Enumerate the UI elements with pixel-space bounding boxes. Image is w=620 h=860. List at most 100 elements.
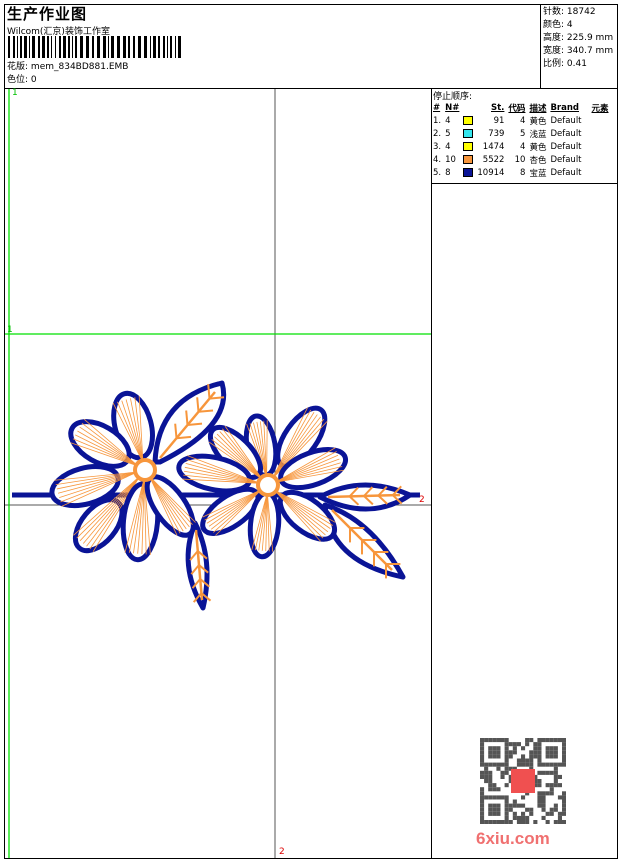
qr-module — [529, 762, 534, 767]
qr-module — [480, 811, 485, 816]
leaf-vein — [176, 435, 192, 440]
qr-module — [500, 770, 505, 775]
qr-module — [525, 758, 530, 763]
qr-module — [549, 770, 554, 775]
qr-module — [562, 758, 566, 763]
qr-module — [480, 770, 485, 775]
flower-center — [133, 458, 157, 482]
qr-module — [537, 779, 542, 784]
qr-module — [521, 762, 526, 767]
flower-center — [256, 473, 280, 497]
qr-module — [529, 811, 534, 816]
qr-module — [541, 762, 546, 767]
qr-code — [480, 738, 566, 824]
qr-module — [545, 762, 550, 767]
qr-module — [562, 750, 566, 755]
qr-module — [525, 807, 530, 812]
qr-module — [553, 820, 558, 824]
qr-module — [553, 783, 558, 788]
qr-module — [488, 779, 493, 784]
qr-module — [508, 742, 513, 747]
qr-module — [529, 807, 534, 812]
qr-module — [504, 795, 509, 800]
qr-module — [480, 815, 485, 820]
qr-module — [488, 811, 493, 816]
qr-module — [541, 738, 546, 743]
qr-module — [492, 811, 497, 816]
qr-module — [484, 766, 489, 771]
qr-module — [500, 774, 505, 779]
qr-module — [562, 746, 566, 751]
qr-module — [504, 738, 509, 743]
qr-module — [541, 795, 546, 800]
marker-1-left: 1 — [7, 325, 13, 335]
qr-module — [553, 774, 558, 779]
qr-module — [537, 791, 542, 796]
qr-module — [521, 746, 526, 751]
qr-module — [533, 754, 538, 759]
qr-module — [529, 754, 534, 759]
qr-module — [545, 783, 550, 788]
qr-module — [508, 803, 513, 808]
qr-module — [488, 774, 493, 779]
qr-module — [492, 762, 497, 767]
qr-module — [533, 820, 538, 824]
qr-module — [500, 795, 505, 800]
leaf-vein — [174, 423, 178, 439]
qr-module — [504, 762, 509, 767]
qr-module — [545, 738, 550, 743]
qr-module — [508, 750, 513, 755]
qr-module — [500, 738, 505, 743]
qr-module — [537, 758, 542, 763]
qr-module — [521, 815, 526, 820]
qr-module — [504, 815, 509, 820]
qr-module — [521, 754, 526, 759]
qr-module — [484, 779, 489, 784]
qr-module — [553, 803, 558, 808]
qr-module — [562, 803, 566, 808]
qr-module — [553, 770, 558, 775]
qr-module — [496, 811, 501, 816]
qr-module — [484, 738, 489, 743]
qr-module — [484, 762, 489, 767]
qr-module — [480, 820, 485, 824]
qr-module — [562, 791, 566, 796]
qr-module — [500, 762, 505, 767]
qr-module — [545, 750, 550, 755]
qr-module — [529, 758, 534, 763]
qr-module — [516, 758, 521, 763]
qr-module — [492, 783, 497, 788]
qr-module — [541, 791, 546, 796]
qr-module — [496, 750, 501, 755]
qr-module — [480, 799, 485, 804]
qr-module — [521, 820, 526, 824]
qr-module — [549, 807, 554, 812]
qr-module — [512, 750, 517, 755]
qr-module — [480, 746, 485, 751]
qr-module — [545, 770, 550, 775]
qr-module — [508, 807, 513, 812]
qr-module — [516, 762, 521, 767]
qr-module — [488, 783, 493, 788]
qr-module — [480, 750, 485, 755]
qr-module — [480, 791, 485, 796]
qr-module — [496, 820, 501, 824]
qr-module — [504, 750, 509, 755]
qr-module — [492, 738, 497, 743]
qr-module — [504, 799, 509, 804]
qr-module — [557, 795, 562, 800]
qr-module — [496, 746, 501, 751]
qr-module — [480, 795, 485, 800]
qr-module — [488, 787, 493, 792]
qr-module — [557, 783, 562, 788]
qr-module — [484, 770, 489, 775]
qr-module — [521, 803, 526, 808]
qr-module — [545, 791, 550, 796]
qr-module — [504, 820, 509, 824]
qr-module — [480, 742, 485, 747]
qr-module — [516, 742, 521, 747]
leaf-vein — [198, 409, 214, 413]
qr-module — [541, 803, 546, 808]
qr-module — [525, 820, 530, 824]
qr-module — [496, 754, 501, 759]
